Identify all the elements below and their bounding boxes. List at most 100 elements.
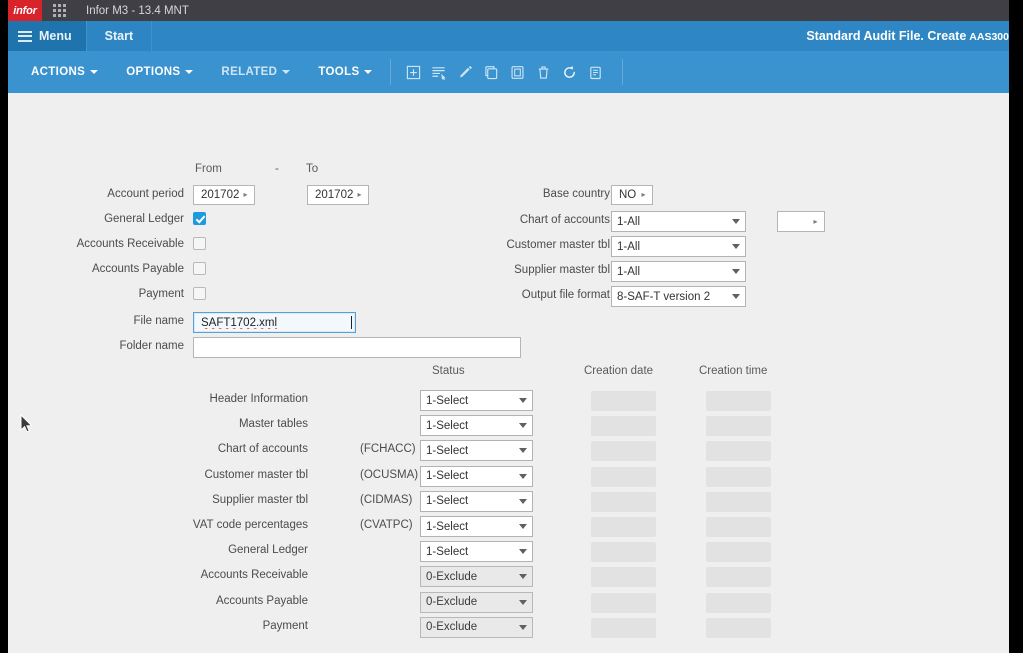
app-title: Infor M3 - 13.4 MNT <box>86 4 189 17</box>
status-row-label: Master tables <box>238 418 308 431</box>
options-menu[interactable]: OPTIONS <box>117 66 202 78</box>
status-row-label: Chart of accounts <box>217 443 308 456</box>
creation-time-cell <box>706 517 771 537</box>
left-black-edge-toolbar <box>0 51 8 93</box>
general-ledger-checkbox[interactable] <box>193 212 206 225</box>
status-row-select-value: 0-Exclude <box>426 570 478 583</box>
creation-date-cell <box>591 542 656 563</box>
chart-of-accounts-extra-input[interactable]: ▸ <box>777 211 825 232</box>
brand-bar: infor Infor M3 - 13.4 MNT <box>0 0 1023 21</box>
program-title: Standard Audit File. Create AAS300 <box>806 29 1009 43</box>
left-black-edge-menubar <box>0 21 8 51</box>
status-row-select-value: 1-Select <box>426 545 469 558</box>
base-country-input[interactable]: NO ▸ <box>611 185 653 205</box>
chevron-down-icon-status-row <box>514 499 532 504</box>
supplier-master-tbl-value: 1-All <box>617 265 641 278</box>
grid-apps-icon[interactable] <box>42 0 76 21</box>
edit-pencil-icon[interactable] <box>452 59 478 85</box>
lookup-arrow-icon-base-country[interactable]: ▸ <box>638 191 649 199</box>
options-menu-label: OPTIONS <box>126 66 181 78</box>
program-code: AAS300 <box>969 31 1009 43</box>
infor-logo: infor <box>8 0 42 21</box>
chevron-down-icon-status-row <box>514 600 532 605</box>
creation-time-cell <box>706 466 771 487</box>
grid-apps-glyph <box>52 4 66 17</box>
chart-of-accounts-value: 1-All <box>617 215 641 228</box>
status-row-label: Supplier master tbl <box>212 493 308 506</box>
trash-delete-icon[interactable] <box>530 59 556 85</box>
status-row-table-code: (CVATPC) <box>360 519 413 531</box>
creation-date-cell <box>591 416 656 437</box>
status-row-table-code: (FCHACC) <box>360 443 416 456</box>
lookup-arrow-icon-period-to[interactable]: ▸ <box>354 191 365 199</box>
refresh-icon[interactable] <box>556 59 582 85</box>
output-file-format-value: 8-SAF-T version 2 <box>617 290 711 303</box>
toolbar-separator-1 <box>390 59 392 85</box>
actions-menu[interactable]: ACTIONS <box>22 66 107 78</box>
creation-time-column-header: Creation time <box>699 365 768 377</box>
supplier-master-tbl-select[interactable]: 1-All <box>611 261 746 282</box>
accounts-receivable-label: Accounts Receivable <box>76 238 184 250</box>
status-row-select[interactable]: 1-Select <box>420 465 533 487</box>
payment-label: Payment <box>138 288 184 300</box>
status-row-select[interactable]: 1-Select <box>420 541 533 563</box>
lookup-arrow-icon-extra[interactable]: ▸ <box>810 217 821 226</box>
file-name-input[interactable]: SAFT1702.xml <box>193 312 356 333</box>
creation-date-column-header: Creation date <box>584 365 654 377</box>
folder-name-input[interactable] <box>193 337 521 358</box>
status-row-select[interactable]: 0-Exclude <box>420 566 533 588</box>
form-workspace: From - To Account period 201702 ▸ 201702… <box>8 93 1009 653</box>
chart-of-accounts-select[interactable]: 1-All <box>611 211 746 232</box>
status-row-select[interactable]: 1-Select <box>420 390 533 411</box>
customer-master-tbl-select[interactable]: 1-All <box>611 236 746 257</box>
payment-checkbox[interactable] <box>193 287 206 300</box>
output-file-format-select[interactable]: 8-SAF-T version 2 <box>611 286 746 307</box>
to-header: To <box>306 163 319 175</box>
status-row-select-value: 0-Exclude <box>426 596 478 609</box>
status-row-select[interactable]: 1-Select <box>420 415 533 437</box>
folder-name-label: Folder name <box>119 340 184 352</box>
creation-time-cell <box>706 617 771 638</box>
lookup-arrow-icon-period-from[interactable]: ▸ <box>240 191 251 199</box>
chevron-down-icon-status-row <box>514 423 532 428</box>
program-title-text: Standard Audit File. Create <box>806 29 967 43</box>
related-menu-label: RELATED <box>221 66 278 78</box>
accounts-payable-checkbox[interactable] <box>193 262 206 275</box>
status-row-table-code: (OCUSMA) <box>360 468 419 481</box>
add-icon[interactable] <box>400 59 426 85</box>
creation-date-cell <box>591 391 656 411</box>
copy-icon[interactable] <box>478 59 504 85</box>
account-period-to-input[interactable]: 201702 ▸ <box>307 185 369 205</box>
menu-button[interactable]: Menu <box>8 21 87 51</box>
status-row-select[interactable]: 0-Exclude <box>420 591 533 613</box>
status-row-select-value: 1-Select <box>426 470 469 483</box>
duplicate-icon[interactable] <box>504 59 530 85</box>
chevron-down-icon-tools <box>364 69 373 74</box>
chevron-down-icon-status-row <box>514 398 532 403</box>
actions-menu-label: ACTIONS <box>31 66 86 78</box>
accounts-receivable-checkbox[interactable] <box>193 237 206 250</box>
status-row-select[interactable]: 1-Select <box>420 490 533 512</box>
tools-menu-label: TOOLS <box>318 66 360 78</box>
range-dash: - <box>275 163 279 175</box>
status-row-select-value: 1-Select <box>426 495 469 508</box>
status-row-label: Customer master tbl <box>204 468 308 481</box>
left-black-edge <box>0 0 8 21</box>
chevron-down-icon-actions <box>90 69 99 74</box>
notes-clipboard-icon[interactable] <box>582 59 608 85</box>
status-row-select-value: 1-Select <box>426 419 469 432</box>
tools-menu[interactable]: TOOLS <box>309 66 381 78</box>
action-toolbar: ACTIONS OPTIONS RELATED TOOLS <box>0 51 1023 93</box>
related-menu[interactable]: RELATED <box>212 66 299 78</box>
status-row-select[interactable]: 1-Select <box>420 516 533 537</box>
list-options-icon[interactable] <box>426 59 452 85</box>
account-period-to-value: 201702 <box>315 189 354 201</box>
account-period-from-input[interactable]: 201702 ▸ <box>193 185 255 205</box>
start-tab[interactable]: Start <box>86 21 153 51</box>
chevron-down-icon-status-row <box>514 625 532 630</box>
status-row-select[interactable]: 1-Select <box>420 440 533 462</box>
status-row-select-value: 1-Select <box>426 444 469 457</box>
creation-time-cell <box>706 592 771 613</box>
status-row-select[interactable]: 0-Exclude <box>420 616 533 638</box>
creation-time-cell <box>706 391 771 411</box>
